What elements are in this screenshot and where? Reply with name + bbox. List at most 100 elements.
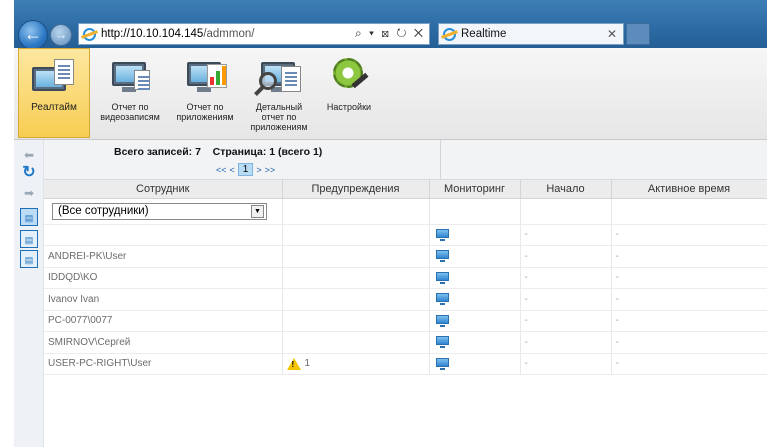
url-host: http://10.10.104.145	[101, 28, 204, 40]
realtime-icon	[30, 57, 78, 97]
table-row[interactable]: Ivanov Ivan - -	[44, 288, 767, 311]
table-header: Сотрудник Предупреждения Мониторинг Нача…	[44, 180, 767, 199]
active-time-cell: -	[611, 245, 767, 268]
col-active-time[interactable]: Активное время	[611, 180, 767, 199]
tab-close-icon[interactable]: ✕	[607, 27, 617, 41]
monitoring-cell	[429, 331, 521, 354]
ribbon-video-report-button[interactable]: Отчет по видеозаписям	[94, 48, 166, 138]
employee-filter-select[interactable]: (Все сотрудники) ▼	[52, 202, 267, 220]
table-row[interactable]: SMIRNOV\Сергей - -	[44, 331, 767, 354]
ribbon-app-report-label: Отчет по приложениям	[176, 102, 234, 122]
documents-icon[interactable]: ▤	[20, 250, 38, 268]
browser-window: ← → http://10.10.104.145 /admmon/ ⌕ ▾ ⊠ …	[14, 0, 767, 447]
warnings-cell	[282, 288, 430, 311]
document-icon[interactable]: ▤	[20, 208, 38, 226]
current-page[interactable]: 1	[237, 163, 254, 176]
employee-cell: IDDQD\KO	[44, 267, 283, 289]
browser-chrome: ← → http://10.10.104.145 /admmon/ ⌕ ▾ ⊠ …	[14, 0, 767, 50]
ie-icon	[83, 27, 96, 41]
monitor-icon[interactable]	[435, 336, 449, 349]
active-time-cell: -	[611, 224, 767, 246]
monitor-icon[interactable]	[435, 271, 449, 284]
ribbon-detailed-report-button[interactable]: Детальный отчет по приложениям	[244, 48, 314, 138]
ribbon-realtime-label: Реалтайм	[31, 102, 77, 113]
gear-icon	[325, 56, 373, 96]
warnings-cell: 1	[282, 353, 430, 375]
monitor-icon[interactable]	[435, 357, 449, 370]
monitor-icon[interactable]	[435, 293, 449, 306]
detailed-report-icon	[255, 56, 303, 96]
pager-info: Всего записей: 7 Страница: 1 (всего 1)	[114, 146, 322, 158]
total-count: 7	[195, 146, 201, 158]
document-view-icon[interactable]: ▤	[20, 230, 38, 248]
monitoring-cell	[429, 288, 521, 311]
active-time-cell: -	[611, 310, 767, 332]
table-row[interactable]: IDDQD\KO - -	[44, 267, 767, 289]
refresh-icon[interactable]: ↻	[20, 164, 38, 182]
video-report-icon	[106, 56, 154, 96]
first-page-link[interactable]: <<	[216, 165, 227, 175]
tab-title: Realtime	[461, 28, 507, 40]
table-row[interactable]: --	[44, 224, 767, 246]
employee-cell: PC-0077\0077	[44, 310, 283, 332]
employee-cell: SMIRNOV\Сергей	[44, 331, 283, 354]
start-cell: -	[520, 310, 612, 332]
address-tools[interactable]: ⌕ ▾ ⊠ ↻ ✕	[355, 26, 425, 41]
table-row[interactable]: ANDREI-PK\User - -	[44, 245, 767, 268]
last-page-link[interactable]: >>	[265, 165, 276, 175]
monitoring-cell	[429, 224, 521, 246]
url-path: /admmon/	[203, 28, 255, 40]
monitoring-cell	[429, 245, 521, 268]
active-time-cell: -	[611, 353, 767, 375]
ribbon-video-report-label: Отчет по видеозаписям	[100, 102, 160, 122]
ribbon-app-report-button[interactable]: Отчет по приложениям	[170, 48, 240, 138]
monitor-icon[interactable]	[435, 314, 449, 327]
col-monitoring[interactable]: Мониторинг	[429, 180, 521, 199]
warnings-cell	[282, 331, 430, 354]
page-label: Страница:	[212, 146, 267, 158]
active-time-cell: -	[611, 331, 767, 354]
divider	[440, 140, 441, 180]
col-warnings[interactable]: Предупреждения	[282, 180, 430, 199]
pager-bar: Всего записей: 7 Страница: 1 (всего 1) <…	[44, 140, 767, 180]
ribbon-detailed-report-label: Детальный отчет по приложениям	[250, 102, 308, 132]
back-arrow-icon[interactable]: ⬅	[20, 146, 38, 164]
monitoring-cell	[429, 310, 521, 332]
employee-cell: USER-PC-RIGHT\User	[44, 353, 283, 375]
start-cell: -	[520, 353, 612, 375]
warnings-cell	[282, 310, 430, 332]
page-value: 1 (всего 1)	[269, 146, 323, 158]
table-row[interactable]: PC-0077\0077 - -	[44, 310, 767, 332]
employee-cell: ANDREI-PK\User	[44, 245, 283, 268]
employee-cell: Ivanov Ivan	[44, 288, 283, 311]
warnings-cell	[282, 245, 430, 268]
start-cell: -	[520, 224, 612, 246]
employee-cell	[44, 224, 283, 246]
warning-count[interactable]: 1	[305, 358, 311, 369]
next-page-link[interactable]: >	[256, 165, 261, 175]
forward-button[interactable]: →	[50, 24, 72, 46]
chevron-down-icon[interactable]: ▼	[251, 204, 264, 218]
back-button[interactable]: ←	[18, 20, 48, 50]
address-bar[interactable]: http://10.10.104.145 /admmon/ ⌕ ▾ ⊠ ↻ ✕	[78, 23, 430, 45]
ribbon-toolbar: Реалтайм Отчет по видеозаписям Отчет по …	[14, 48, 767, 140]
col-start[interactable]: Начало	[520, 180, 612, 199]
col-employee[interactable]: Сотрудник	[44, 180, 283, 199]
ribbon-settings-label: Настройки	[326, 102, 372, 112]
ribbon-settings-button[interactable]: Настройки	[318, 48, 380, 138]
app-report-icon	[181, 56, 229, 96]
table-row[interactable]: USER-PC-RIGHT\User 1 --	[44, 353, 767, 375]
monitor-icon[interactable]	[435, 228, 449, 241]
browser-tab[interactable]: Realtime ✕	[438, 23, 624, 45]
pagination: << < 1 > >>	[216, 163, 275, 176]
new-tab-button[interactable]	[626, 23, 650, 45]
monitoring-cell	[429, 353, 521, 375]
ribbon-realtime-button[interactable]: Реалтайм	[18, 48, 90, 138]
employees-table: Сотрудник Предупреждения Мониторинг Нача…	[44, 180, 767, 375]
employee-filter-value: (Все сотрудники)	[58, 205, 149, 217]
forward-arrow-icon[interactable]: ➡	[20, 184, 38, 202]
prev-page-link[interactable]: <	[230, 165, 235, 175]
monitor-icon[interactable]	[435, 250, 449, 263]
monitoring-cell	[429, 267, 521, 289]
start-cell: -	[520, 331, 612, 354]
